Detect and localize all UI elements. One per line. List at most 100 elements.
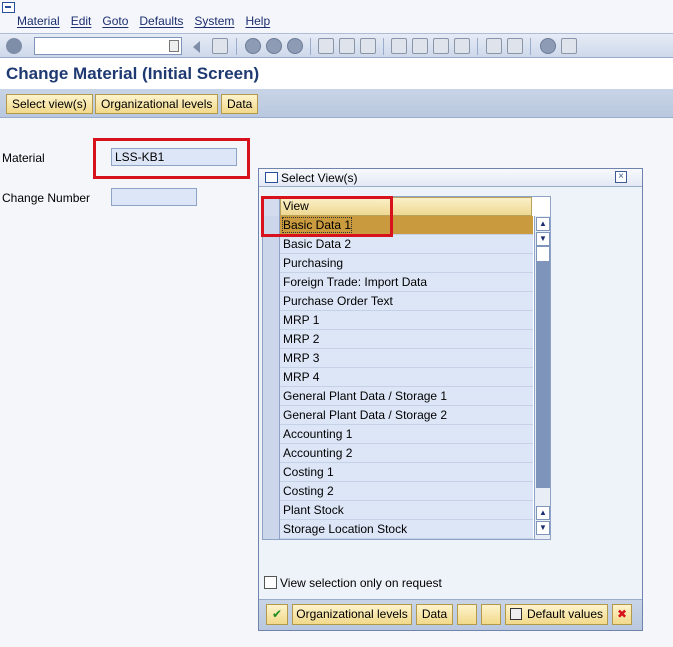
table-row[interactable]: MRP 4 — [263, 368, 533, 387]
table-row[interactable]: Accounting 2 — [263, 444, 533, 463]
select-all-icon[interactable] — [457, 604, 477, 625]
row-selector[interactable] — [263, 501, 280, 520]
row-selector[interactable] — [263, 216, 280, 235]
table-row[interactable]: Plant Stock — [263, 501, 533, 520]
back-nav-icon[interactable] — [245, 38, 261, 54]
row-selector[interactable] — [263, 425, 280, 444]
view-cell[interactable]: Storage Location Stock — [280, 520, 533, 538]
scroll-track[interactable] — [536, 262, 550, 488]
view-cell[interactable]: Basic Data 1 — [280, 216, 533, 234]
continue-check-icon[interactable]: ✔ — [266, 604, 288, 625]
table-row[interactable]: Foreign Trade: Import Data — [263, 273, 533, 292]
scroll-thumb[interactable] — [536, 246, 550, 262]
scroll-page-down-icon[interactable]: ▼ — [536, 232, 550, 246]
shortcut-icon[interactable] — [507, 38, 523, 54]
close-icon[interactable]: × — [615, 171, 627, 183]
row-selector[interactable] — [263, 349, 280, 368]
row-selector[interactable] — [263, 406, 280, 425]
row-selector[interactable] — [263, 463, 280, 482]
select-views-button[interactable]: Select view(s) — [6, 94, 93, 114]
view-cell[interactable]: MRP 3 — [280, 349, 533, 367]
row-selector[interactable] — [263, 444, 280, 463]
table-row[interactable]: Basic Data 2 — [263, 235, 533, 254]
table-row[interactable]: Purchase Order Text — [263, 292, 533, 311]
scroll-down-icon[interactable]: ▼ — [536, 521, 550, 535]
view-selection-checkbox[interactable] — [264, 576, 277, 589]
menu-material[interactable]: Material — [17, 14, 60, 28]
deselect-all-icon[interactable] — [481, 604, 501, 625]
dialog-organizational-levels-button[interactable]: Organizational levels — [292, 604, 412, 625]
previous-page-icon[interactable] — [412, 38, 428, 54]
view-cell[interactable]: Foreign Trade: Import Data — [280, 273, 533, 291]
table-row[interactable]: Basic Data 1 — [263, 216, 533, 235]
table-row[interactable]: Accounting 1 — [263, 425, 533, 444]
row-selector[interactable] — [263, 273, 280, 292]
view-cell[interactable]: General Plant Data / Storage 1 — [280, 387, 533, 405]
layout-icon[interactable] — [561, 38, 577, 54]
view-column-header[interactable]: View — [280, 197, 532, 216]
organizational-levels-button[interactable]: Organizational levels — [95, 94, 219, 114]
view-cell[interactable]: Costing 2 — [280, 482, 533, 500]
row-selector[interactable] — [263, 235, 280, 254]
cancel-x-icon[interactable]: ✖ — [612, 604, 632, 625]
row-selector[interactable] — [263, 482, 280, 501]
row-selector[interactable] — [263, 330, 280, 349]
table-row[interactable]: MRP 3 — [263, 349, 533, 368]
help-icon[interactable] — [540, 38, 556, 54]
row-selector[interactable] — [263, 254, 280, 273]
scroll-page-up-icon[interactable]: ▲ — [536, 506, 550, 520]
table-row[interactable]: Storage Location Stock — [263, 520, 533, 539]
view-cell[interactable]: Costing 1 — [280, 463, 533, 481]
view-cell[interactable]: Accounting 1 — [280, 425, 533, 443]
material-input[interactable]: LSS-KB1 — [111, 148, 237, 166]
save-icon[interactable] — [212, 38, 228, 54]
new-session-icon[interactable] — [486, 38, 502, 54]
change-number-input[interactable] — [111, 188, 197, 206]
table-row[interactable]: General Plant Data / Storage 2 — [263, 406, 533, 425]
view-cell[interactable]: Accounting 2 — [280, 444, 533, 462]
row-selector[interactable] — [263, 292, 280, 311]
view-cell[interactable]: MRP 1 — [280, 311, 533, 329]
dialog-data-button[interactable]: Data — [416, 604, 453, 625]
row-selector[interactable] — [263, 311, 280, 330]
cancel-icon[interactable] — [287, 38, 303, 54]
find-next-icon[interactable] — [360, 38, 376, 54]
window-menu-icon[interactable] — [2, 2, 15, 13]
vertical-scrollbar[interactable]: ▲ ▼ ▲ ▼ — [534, 216, 550, 539]
menu-defaults[interactable]: Defaults — [139, 14, 183, 28]
table-row[interactable]: General Plant Data / Storage 1 — [263, 387, 533, 406]
menu-help[interactable]: Help — [245, 14, 270, 28]
command-field[interactable] — [34, 37, 182, 55]
data-button[interactable]: Data — [221, 94, 259, 114]
view-cell[interactable]: Basic Data 2 — [280, 235, 533, 253]
table-row[interactable]: Costing 1 — [263, 463, 533, 482]
default-values-button[interactable]: Default values — [505, 604, 608, 625]
view-cell[interactable]: Purchasing — [280, 254, 533, 272]
view-cell[interactable]: General Plant Data / Storage 2 — [280, 406, 533, 424]
exit-icon[interactable] — [266, 38, 282, 54]
table-row[interactable]: MRP 2 — [263, 330, 533, 349]
menu-system[interactable]: System — [194, 14, 234, 28]
table-row[interactable]: Costing 2 — [263, 482, 533, 501]
last-page-icon[interactable] — [454, 38, 470, 54]
row-selector[interactable] — [263, 387, 280, 406]
table-row[interactable]: Purchasing — [263, 254, 533, 273]
menu-edit[interactable]: Edit — [71, 14, 92, 28]
select-all-column[interactable] — [263, 197, 280, 216]
row-selector[interactable] — [263, 368, 280, 387]
view-cell[interactable]: MRP 4 — [280, 368, 533, 386]
enter-icon[interactable] — [6, 38, 22, 54]
find-icon[interactable] — [339, 38, 355, 54]
print-icon[interactable] — [318, 38, 334, 54]
view-cell[interactable]: MRP 2 — [280, 330, 533, 348]
next-page-icon[interactable] — [433, 38, 449, 54]
menu-goto[interactable]: Goto — [102, 14, 128, 28]
first-page-icon[interactable] — [391, 38, 407, 54]
table-row[interactable]: MRP 1 — [263, 311, 533, 330]
row-selector[interactable] — [263, 520, 280, 539]
back-icon[interactable] — [193, 41, 200, 53]
view-cell[interactable]: Purchase Order Text — [280, 292, 533, 310]
command-dropdown-icon[interactable] — [169, 40, 179, 52]
view-cell[interactable]: Plant Stock — [280, 501, 533, 519]
scroll-up-icon[interactable]: ▲ — [536, 217, 550, 231]
